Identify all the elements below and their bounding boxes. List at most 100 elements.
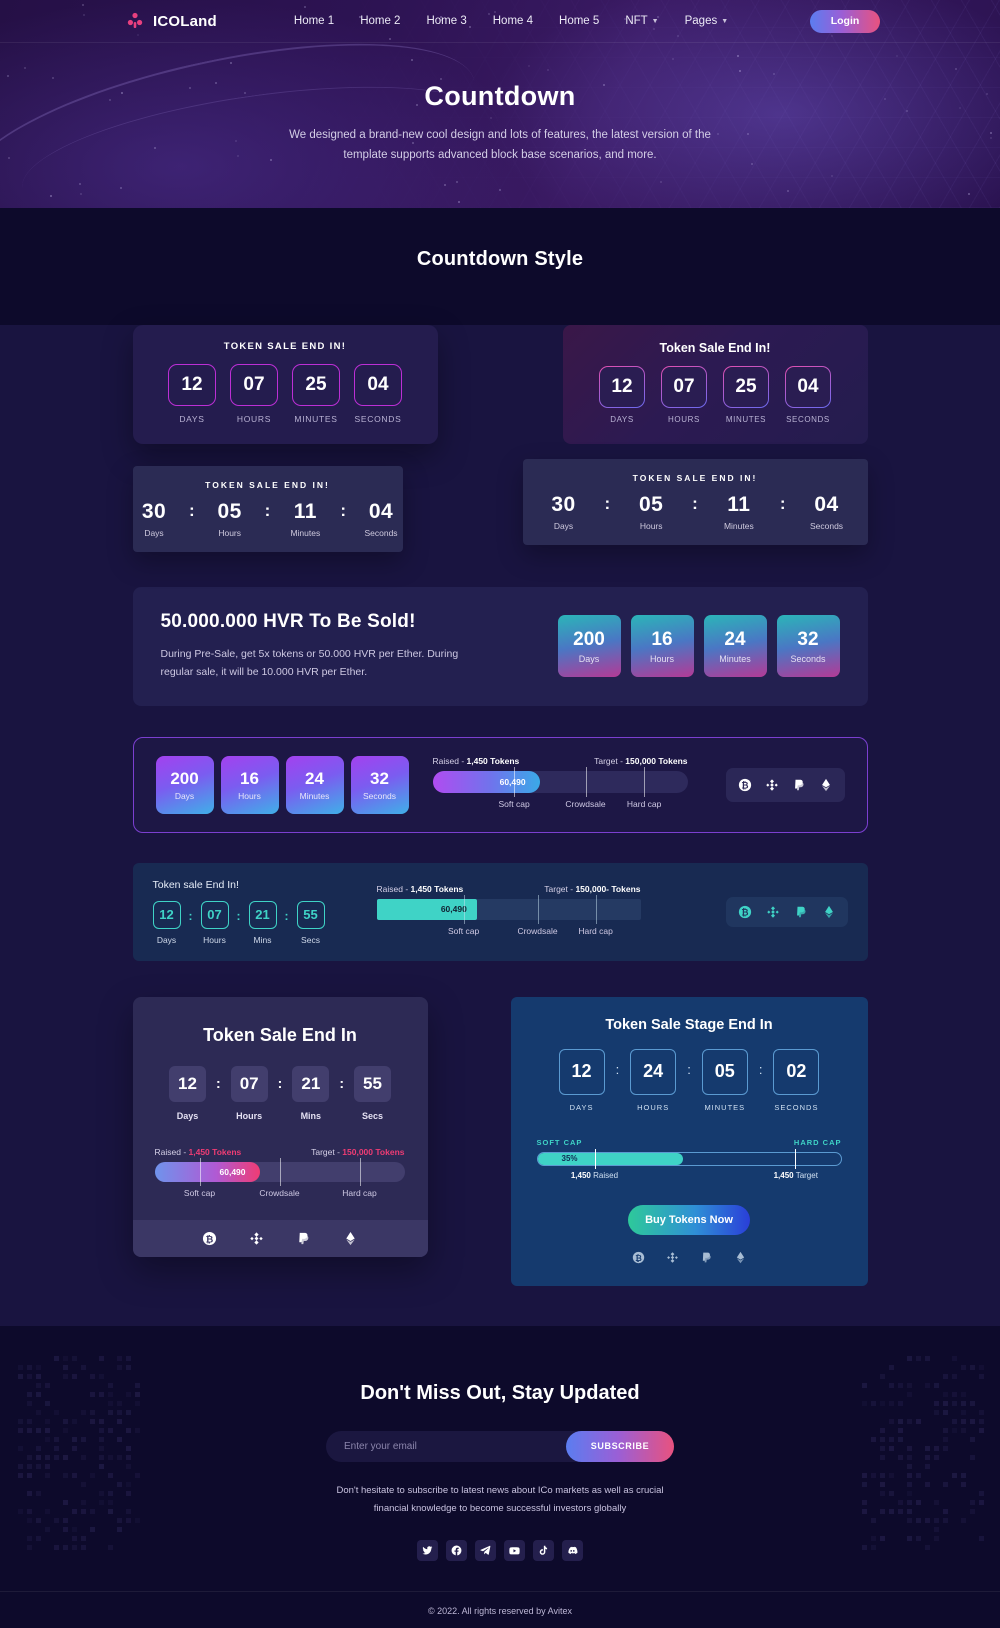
ethereum-icon[interactable] <box>734 1251 747 1264</box>
progress-fill: 35% <box>537 1152 683 1165</box>
nav-item-pages[interactable]: Pages ▼ <box>685 15 729 27</box>
nav-label: Home 1 <box>293 15 335 27</box>
progress-bar[interactable]: 60,490 <box>154 1157 405 1186</box>
separator: : <box>340 501 347 520</box>
ethereum-icon[interactable] <box>819 778 833 792</box>
unit-value: 21 <box>248 900 277 929</box>
unit-label: DAYS <box>610 415 634 424</box>
unit-label: Hours <box>238 790 261 801</box>
nav-item-home-3[interactable]: Home 3 <box>426 15 466 27</box>
telegram-icon[interactable] <box>475 1539 496 1561</box>
progress-bar[interactable]: 35% <box>536 1148 842 1169</box>
progress-marks: Soft cap Crowdsale Hard cap <box>155 1188 405 1202</box>
mark-hard-cap: Hard cap <box>342 1187 377 1198</box>
payment-methods: ₿ <box>132 1219 428 1257</box>
tick-hard-cap <box>795 1148 797 1169</box>
bitcoin-icon[interactable]: ₿ <box>632 1251 645 1264</box>
cap-labels: SOFT CAP HARD CAP <box>537 1138 842 1147</box>
banner-paragraph: During Pre-Sale, get 5x tokens or 50.000… <box>160 648 459 679</box>
tick-soft-cap <box>463 894 465 924</box>
twitter-icon[interactable] <box>417 1539 438 1561</box>
countdown-unit-hours: 05 Hours <box>622 493 680 531</box>
facebook-icon[interactable] <box>446 1539 467 1561</box>
unit-value: 55 <box>354 1065 391 1102</box>
brand-name: ICOLand <box>153 12 217 30</box>
unit-value: 25 <box>723 366 769 408</box>
unit-label: MINUTES <box>704 1102 746 1112</box>
unit-label: Hours <box>236 1110 263 1121</box>
svg-text:₿: ₿ <box>741 907 748 917</box>
unit-value: 07 <box>661 366 707 408</box>
nav-links: Home 1 Home 2 Home 3 Home 4 Home 5 NFT ▼ … <box>294 15 728 27</box>
discord-icon[interactable] <box>562 1539 583 1561</box>
login-button[interactable]: Login <box>810 9 880 33</box>
unit-label: HOURS <box>236 414 272 424</box>
nav-item-home-5[interactable]: Home 5 <box>559 15 599 27</box>
bitcoin-icon[interactable]: ₿ <box>738 778 752 792</box>
unit-label: Days <box>144 528 164 538</box>
unit-label: Days <box>174 790 195 801</box>
target-value: 150,000 Tokens <box>342 1146 405 1157</box>
countdown-unit-days: 12 DAYS <box>558 1048 605 1112</box>
bitcoin-icon[interactable]: ₿ <box>738 905 752 919</box>
paypal-icon[interactable] <box>792 778 806 792</box>
tick-crowdsale <box>585 767 587 798</box>
progress-bar[interactable]: 60,490 <box>432 767 688 798</box>
newsletter-paragraph: Don't hesitate to subscribe to latest ne… <box>336 1484 664 1514</box>
unit-label: Hours <box>649 653 674 664</box>
target-number: 1,450 <box>773 1170 794 1180</box>
ethereum-icon[interactable] <box>343 1231 358 1246</box>
nav-item-home-4[interactable]: Home 4 <box>493 15 533 27</box>
unit-value: 11 <box>293 500 317 523</box>
banner-text: 50.000.000 HVR To Be Sold! During Pre-Sa… <box>161 611 558 682</box>
progress-bar[interactable]: 60,490 <box>376 894 641 924</box>
countdown-units: 12 DAYS 07 HOURS 25 MINUTES 04 SECONDS <box>153 364 418 424</box>
payment-methods: ₿ <box>537 1251 842 1264</box>
unit-value: 16 <box>651 628 673 650</box>
countdown-unit-minutes: 11 Minutes <box>282 500 328 538</box>
nav-item-home-1[interactable]: Home 1 <box>294 15 334 27</box>
nav-item-home-2[interactable]: Home 2 <box>360 15 400 27</box>
brand-logo[interactable]: ICOLand <box>125 11 217 31</box>
target-value-label: 1,450 Target <box>774 1171 818 1180</box>
buy-tokens-button[interactable]: Buy Tokens Now <box>628 1204 750 1235</box>
unit-label: Seconds <box>364 528 398 538</box>
countdown-units: 12 Days : 07 Hours : 21 Mins : 55 Secs <box>155 1065 406 1121</box>
nav-label: NFT <box>625 15 648 27</box>
footer-section: Don't Miss Out, Stay Updated SUBSCRIBE D… <box>0 1325 1000 1628</box>
separator: : <box>264 501 271 520</box>
separator: : <box>277 1074 283 1091</box>
tiktok-icon[interactable] <box>533 1539 554 1561</box>
copyright: © 2022. All rights reserved by Avitex <box>0 1590 1000 1628</box>
countdown-unit-minutes: 05 MINUTES <box>701 1048 748 1112</box>
target-suffix: Target <box>793 1170 818 1180</box>
paypal-icon[interactable] <box>794 905 808 919</box>
youtube-icon[interactable] <box>504 1539 525 1561</box>
binance-icon[interactable] <box>666 1251 679 1264</box>
ethereum-icon[interactable] <box>822 905 836 919</box>
unit-value: 30 <box>551 493 576 516</box>
raised-prefix: Raised - <box>376 883 411 894</box>
countdown-unit-hours: 16 Hours <box>630 615 694 678</box>
countdown-unit-days: 200 Days <box>557 615 621 678</box>
unit-value: 21 <box>292 1065 330 1102</box>
binance-icon[interactable] <box>766 905 780 919</box>
email-input[interactable] <box>344 1440 566 1452</box>
subscribe-button[interactable]: SUBSCRIBE <box>566 1430 674 1462</box>
nav-item-nft[interactable]: NFT ▼ <box>625 15 658 27</box>
paypal-icon[interactable] <box>296 1231 311 1246</box>
bitcoin-icon[interactable]: ₿ <box>202 1231 217 1246</box>
raised-prefix: Raised - <box>432 756 467 767</box>
nav-label: Pages <box>684 15 718 27</box>
binance-icon[interactable] <box>249 1231 264 1246</box>
paypal-icon[interactable] <box>700 1251 713 1264</box>
countdown-card-colon-right: TOKEN SALE END IN! 30 Days : 05 Hours : … <box>522 459 868 545</box>
separator: : <box>339 1074 344 1091</box>
countdown-card-gradient-border: Token Sale End In! 12 DAYS 07 HOURS 25 M… <box>562 325 868 444</box>
progress-block: SOFT CAP HARD CAP 35% 1,450 Raised 1,450… <box>536 1138 842 1185</box>
countdown-unit-hours: 07 HOURS <box>661 366 707 424</box>
raised-value-label: 1,450 Raised <box>571 1171 618 1180</box>
svg-text:₿: ₿ <box>635 1254 642 1263</box>
binance-icon[interactable] <box>765 778 779 792</box>
tick-hard-cap <box>359 1157 361 1186</box>
